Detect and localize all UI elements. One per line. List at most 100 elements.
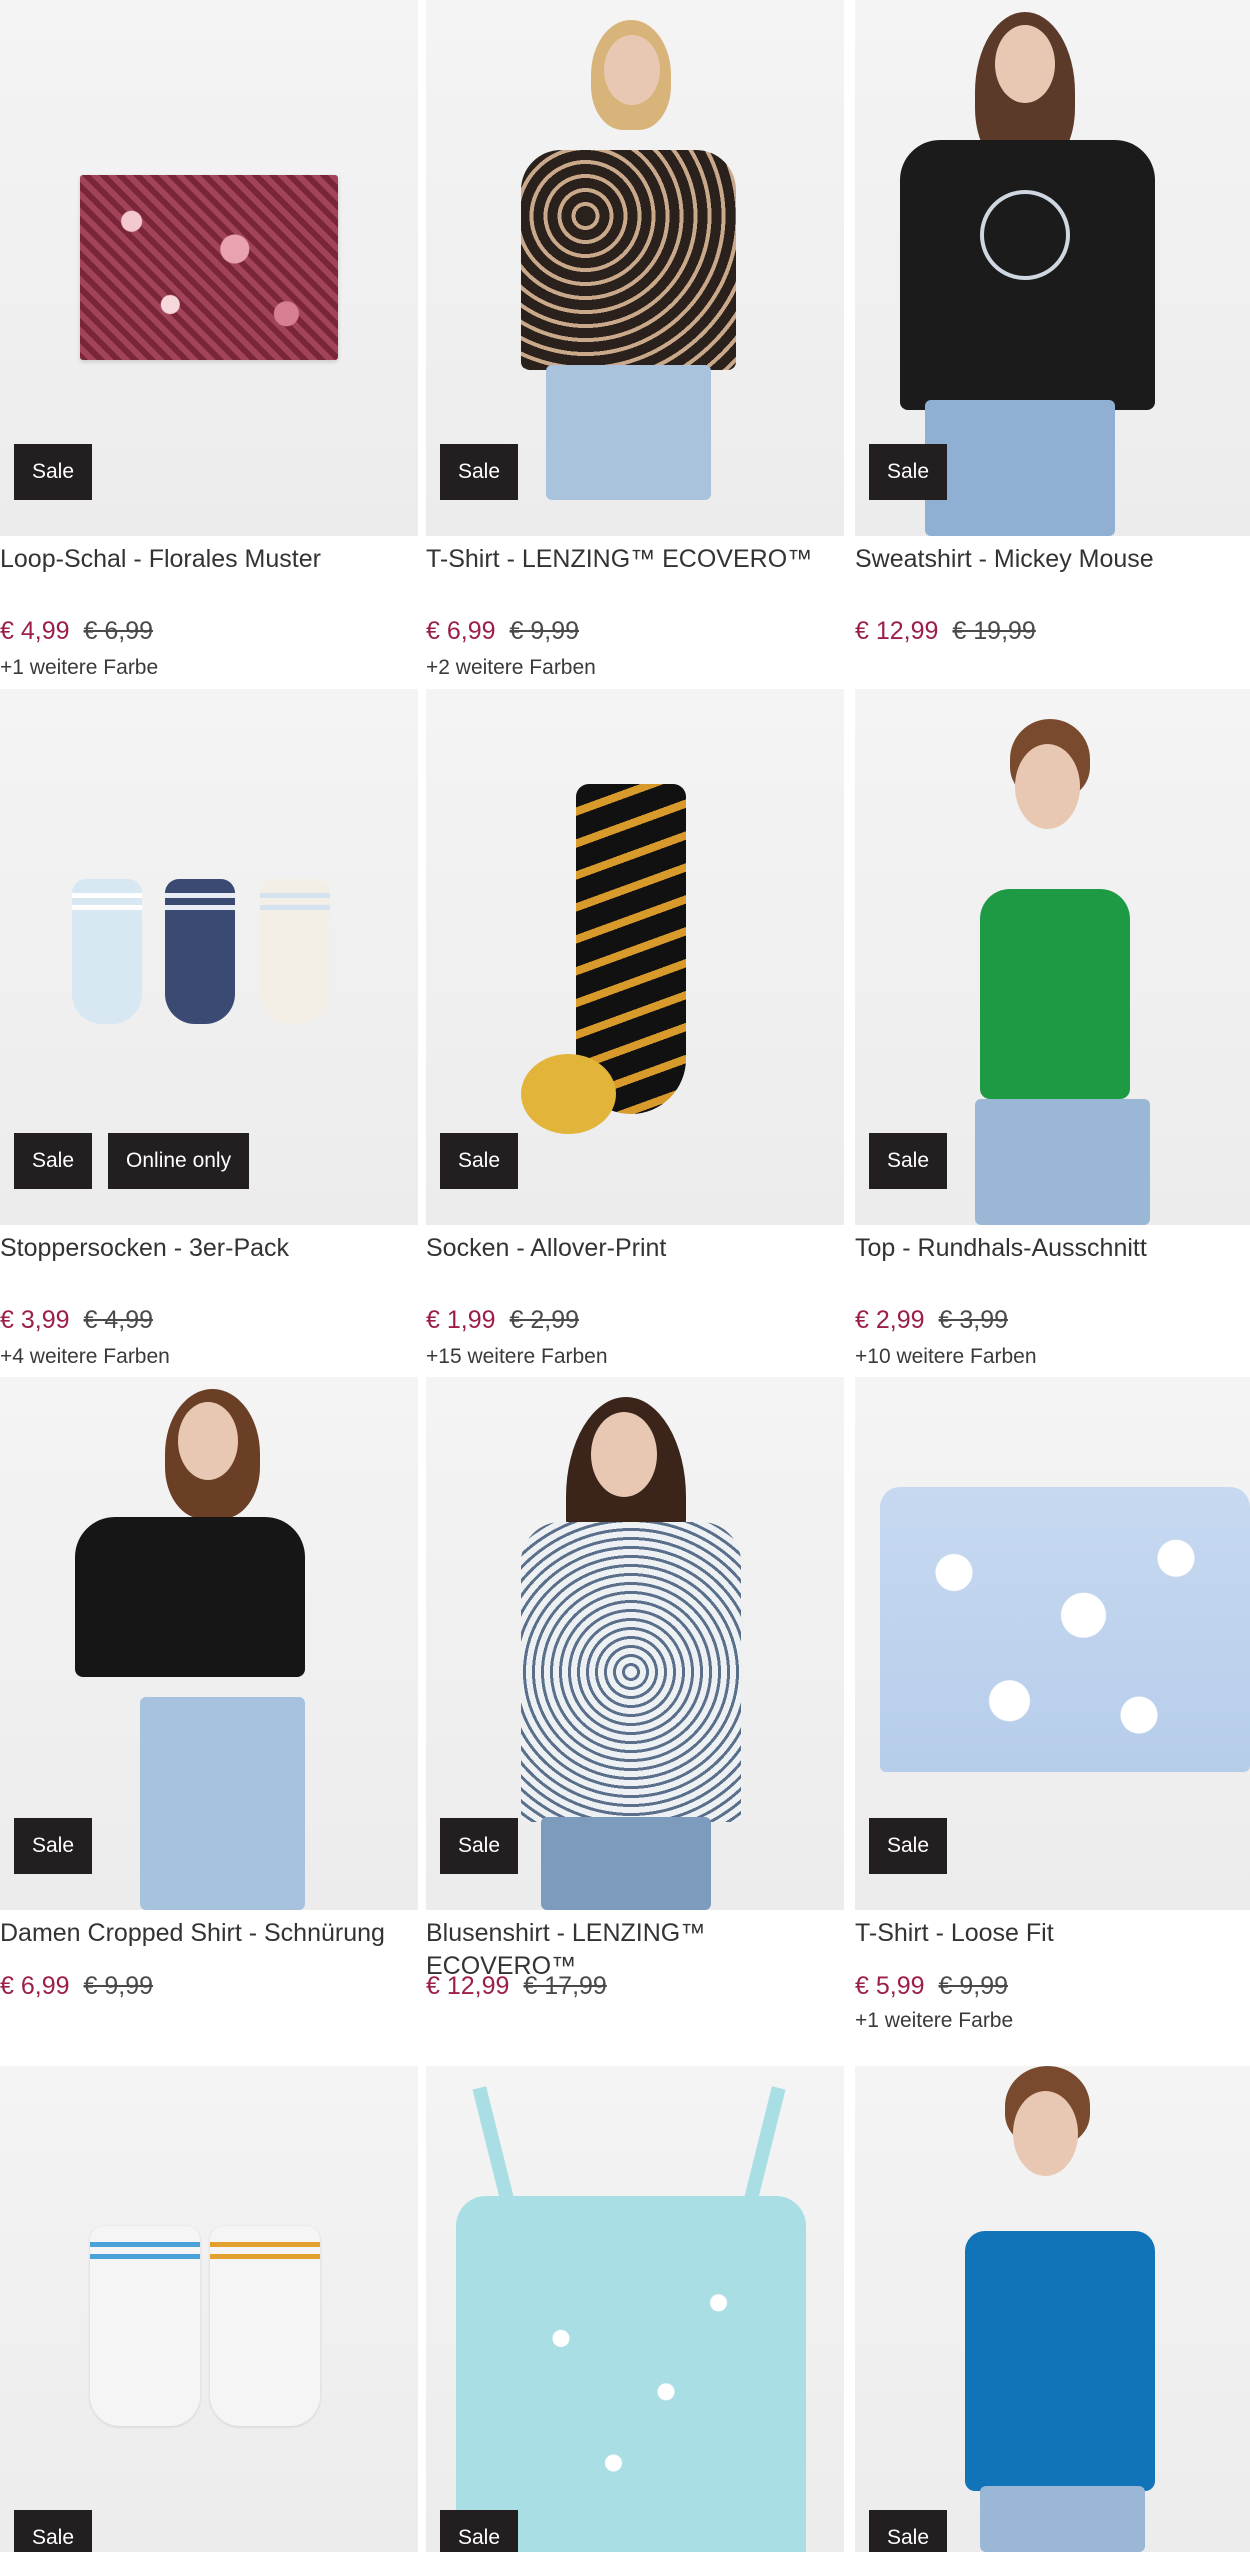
green-top (980, 889, 1130, 1099)
aqua-camisole (456, 2196, 806, 2552)
sale-price: € 2,99 (855, 1306, 925, 1334)
original-price: € 4,99 (83, 1306, 154, 1334)
sock-cream (260, 879, 330, 1024)
cropped-black-shirt (75, 1517, 305, 1677)
product-title[interactable]: Stoppersocken - 3er-Pack (0, 1232, 418, 1265)
tshirt-flower-print (880, 1487, 1250, 1772)
sale-badge: Sale (14, 2510, 93, 2552)
sale-price: € 6,99 (0, 1972, 70, 2000)
sale-badge: Sale (869, 2510, 948, 2552)
sock-toe (521, 1054, 616, 1134)
product-title[interactable]: Top - Rundhals-Ausschnitt (855, 1232, 1250, 1265)
badge-group: Sale (14, 1818, 93, 1874)
product-image[interactable]: Sale (0, 1377, 418, 1910)
badge-group: Sale (440, 2510, 519, 2552)
price-row: € 3,99 € 4,99 (0, 1303, 153, 1337)
badge-group: Sale (869, 444, 948, 500)
more-colors[interactable]: +1 weitere Farbe (855, 2007, 1013, 2035)
badge-group: Sale (14, 444, 93, 500)
model-head (591, 1412, 657, 1497)
product-title[interactable]: T-Shirt - LENZING™ ECOVERO™ (426, 543, 844, 576)
sale-price: € 4,99 (0, 617, 70, 645)
original-price: € 6,99 (83, 617, 154, 645)
sale-price: € 1,99 (426, 1306, 496, 1334)
jeans (925, 400, 1115, 536)
tshirt-floral (521, 150, 736, 370)
sale-badge: Sale (14, 444, 93, 500)
more-colors[interactable]: +10 weitere Farben (855, 1343, 1037, 1371)
badge-group: Sale (869, 1133, 948, 1189)
price-row: € 1,99 € 2,99 (426, 1303, 579, 1337)
jeans (541, 1817, 711, 1910)
denim-shorts (546, 365, 711, 500)
model-head (1015, 744, 1080, 829)
jeans (975, 1099, 1150, 1225)
product-image[interactable]: Sale (855, 2066, 1250, 2552)
price-row: € 12,99 € 17,99 (426, 1969, 607, 2003)
sale-badge: Sale (440, 1818, 519, 1874)
product-image[interactable]: Sale (426, 2066, 844, 2552)
sale-badge: Sale (440, 1133, 519, 1189)
product-image[interactable]: Sale (855, 1377, 1250, 1910)
sale-price: € 12,99 (426, 1972, 510, 2000)
model-head (995, 25, 1055, 103)
sale-badge: Sale (440, 444, 519, 500)
product-title[interactable]: Loop-Schal - Florales Muster (0, 543, 418, 576)
sale-badge: Sale (869, 1133, 948, 1189)
product-image[interactable]: Sale (426, 689, 844, 1225)
product-image[interactable]: Sale (0, 2066, 418, 2552)
product-image[interactable]: Sale (426, 0, 844, 536)
more-colors[interactable]: +4 weitere Farben (0, 1343, 170, 1371)
original-price: € 2,99 (509, 1306, 580, 1334)
product-image[interactable]: Sale Online only (0, 689, 418, 1225)
more-colors[interactable]: +2 weitere Farben (426, 654, 596, 682)
scarf-image (80, 175, 338, 360)
original-price: € 17,99 (523, 1972, 607, 2000)
model-head (604, 35, 660, 105)
price-row: € 5,99 € 9,99 (855, 1969, 1008, 2003)
badge-group: Sale (869, 1818, 948, 1874)
price-row: € 4,99 € 6,99 (0, 614, 153, 648)
product-image[interactable]: Sale (855, 689, 1250, 1225)
price-row: € 12,99 € 19,99 (855, 614, 1036, 648)
original-price: € 9,99 (509, 617, 580, 645)
product-image[interactable]: Sale (426, 1377, 844, 1910)
product-title[interactable]: T-Shirt - Loose Fit (855, 1917, 1250, 1950)
online-only-badge: Online only (108, 1133, 250, 1189)
product-title[interactable]: Damen Cropped Shirt - Schnürung (0, 1917, 418, 1950)
mickey-print (980, 190, 1070, 280)
badge-group: Sale (440, 444, 519, 500)
product-image[interactable]: Sale (855, 0, 1250, 536)
blue-top (965, 2231, 1155, 2491)
sock-light-blue (72, 879, 142, 1024)
more-colors[interactable]: +15 weitere Farben (426, 1343, 608, 1371)
price-row: € 2,99 € 3,99 (855, 1303, 1008, 1337)
product-title[interactable]: Sweatshirt - Mickey Mouse (855, 543, 1250, 576)
sock-white-orange-stripe (210, 2226, 320, 2426)
sale-price: € 6,99 (426, 617, 496, 645)
blouse-print (521, 1522, 741, 1822)
model-head (178, 1402, 238, 1480)
sale-badge: Sale (14, 1133, 93, 1189)
badge-group: Sale (440, 1133, 519, 1189)
badge-group: Sale Online only (14, 1133, 250, 1189)
sale-badge: Sale (869, 444, 948, 500)
price-row: € 6,99 € 9,99 (0, 1969, 153, 2003)
sock-navy (165, 879, 235, 1024)
product-image[interactable]: Sale (0, 0, 418, 536)
product-grid: Sale Loop-Schal - Florales Muster € 4,99… (0, 0, 1250, 2552)
sale-price: € 3,99 (0, 1306, 70, 1334)
sale-badge: Sale (440, 2510, 519, 2552)
sale-badge: Sale (14, 1818, 93, 1874)
more-colors[interactable]: +1 weitere Farbe (0, 654, 158, 682)
sale-badge: Sale (869, 1818, 948, 1874)
badge-group: Sale (14, 2510, 93, 2552)
original-price: € 9,99 (938, 1972, 1009, 2000)
product-title[interactable]: Socken - Allover-Print (426, 1232, 844, 1265)
badge-group: Sale (440, 1818, 519, 1874)
sale-price: € 12,99 (855, 617, 939, 645)
model-head (1013, 2091, 1078, 2176)
jeans (980, 2486, 1145, 2552)
original-price: € 9,99 (83, 1972, 154, 2000)
price-row: € 6,99 € 9,99 (426, 614, 579, 648)
